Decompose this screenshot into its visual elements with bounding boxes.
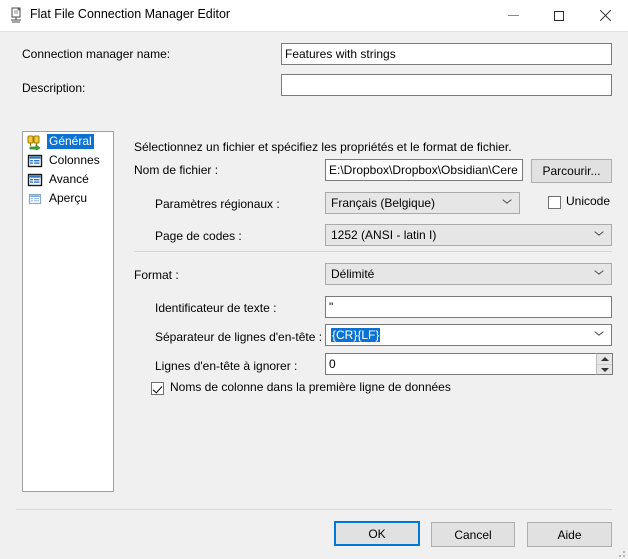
instruction-text: Sélectionnez un fichier et spécifiez les… [134,140,512,154]
codepage-value: 1252 (ANSI - latin I) [331,228,437,242]
unicode-checkbox[interactable] [548,196,561,209]
header-row-delimiter-label: Séparateur de lignes d'en-tête : [155,330,323,344]
flat-file-connection-icon [8,7,25,24]
title-bar: Flat File Connection Manager Editor [0,0,628,32]
minimize-button[interactable] [490,0,536,31]
file-name-label: Nom de fichier : [134,163,219,177]
nav-item-general[interactable]: Général [23,132,113,151]
maximize-button[interactable] [536,0,582,31]
connection-icon [27,134,43,151]
table-preview-icon [27,191,43,207]
chevron-down-icon [595,272,603,277]
column-names-label: Noms de colonne dans la première ligne d… [170,380,451,394]
nav-item-label: Aperçu [49,191,88,205]
nav-item-label: Général [47,134,94,149]
nav-item-colonnes[interactable]: Colonnes [23,151,113,170]
nav-item-avance[interactable]: Avancé [23,170,113,189]
locale-combobox[interactable]: Français (Belgique) [325,192,520,214]
description-input[interactable] [281,74,612,96]
maximize-icon [554,10,564,21]
minimize-icon [507,15,519,16]
column-names-checkbox[interactable] [151,382,164,395]
connection-name-input[interactable] [281,43,612,65]
format-label: Format : [134,268,179,282]
browse-button[interactable]: Parcourir... [531,159,612,183]
triangle-up-icon [600,357,609,361]
header-rows-skip-input[interactable] [325,353,612,375]
window-title: Flat File Connection Manager Editor [30,7,231,21]
table-icon [27,153,43,169]
chevron-down-icon [595,233,603,238]
spinner-down-button[interactable] [597,364,612,375]
locale-value: Français (Belgique) [331,196,436,210]
chevron-down-icon [595,333,603,338]
cancel-button[interactable]: Cancel [431,522,515,547]
triangle-down-icon [600,368,609,372]
header-row-delimiter-combobox[interactable]: {CR}{LF} [325,324,612,346]
text-qualifier-input[interactable] [325,296,612,318]
help-button[interactable]: Aide [527,522,612,547]
footer-divider [16,509,612,510]
ok-button[interactable]: OK [334,521,420,546]
text-qualifier-label: Identificateur de texte : [155,301,277,315]
header-row-delimiter-value: {CR}{LF} [331,328,381,342]
locale-label: Paramètres régionaux : [155,197,280,211]
unicode-label: Unicode [566,194,611,208]
description-label: Description: [22,81,86,95]
chevron-down-icon [503,201,511,206]
table-icon [27,172,43,188]
codepage-combobox[interactable]: 1252 (ANSI - latin I) [325,224,612,246]
spinner-up-button[interactable] [597,354,612,364]
close-icon [599,9,612,22]
nav-item-apercu[interactable]: Aperçu [23,189,113,208]
codepage-label: Page de codes : [155,229,242,243]
nav-item-label: Avancé [49,172,89,186]
header-rows-skip-label: Lignes d'en-tête à ignorer : [155,359,298,373]
close-button[interactable] [582,0,628,31]
connection-name-label: Connection manager name: [22,47,171,61]
nav-item-label: Colonnes [49,153,100,167]
resize-grip[interactable] [615,547,625,557]
page-navigation-list[interactable]: Général Colonnes Avancé Aperçu [22,131,114,492]
format-combobox[interactable]: Délimité [325,263,612,285]
header-rows-skip-spinner[interactable] [596,353,613,375]
file-name-input[interactable] [325,159,523,181]
format-value: Délimité [331,267,375,281]
section-divider [134,251,612,252]
